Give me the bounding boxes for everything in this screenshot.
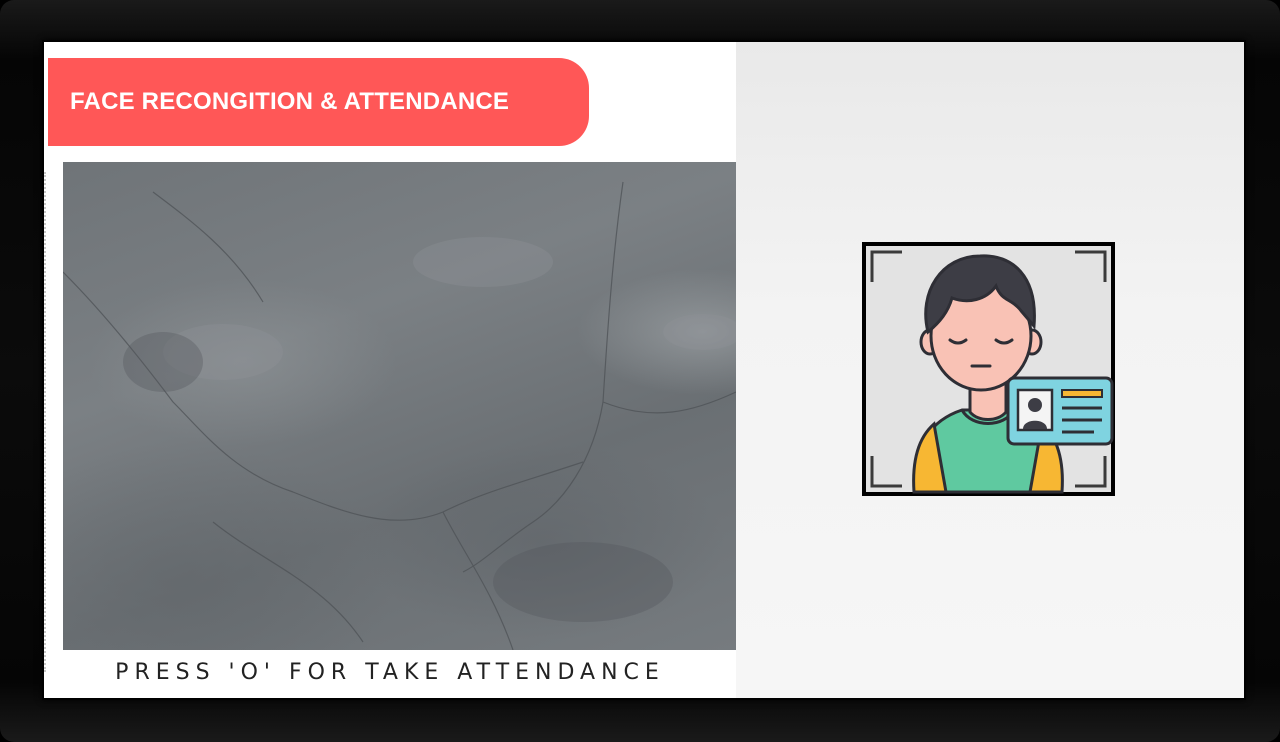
app-window: FACE RECONGITION & ATTENDANCE PRESS 'O' … (44, 42, 1244, 698)
left-edge-decoration (44, 172, 47, 672)
face-id-user-icon (862, 242, 1115, 496)
instruction-text: PRESS 'O' FOR TAKE ATTENDANCE (115, 660, 665, 685)
left-panel: FACE RECONGITION & ATTENDANCE PRESS 'O' … (44, 42, 736, 698)
window-frame: FACE RECONGITION & ATTENDANCE PRESS 'O' … (0, 0, 1280, 742)
title-banner: FACE RECONGITION & ATTENDANCE (48, 58, 589, 146)
camera-feed (63, 162, 736, 650)
page-title: FACE RECONGITION & ATTENDANCE (70, 88, 510, 115)
camera-placeholder-texture (63, 181, 736, 650)
id-card-icon (1006, 376, 1114, 446)
